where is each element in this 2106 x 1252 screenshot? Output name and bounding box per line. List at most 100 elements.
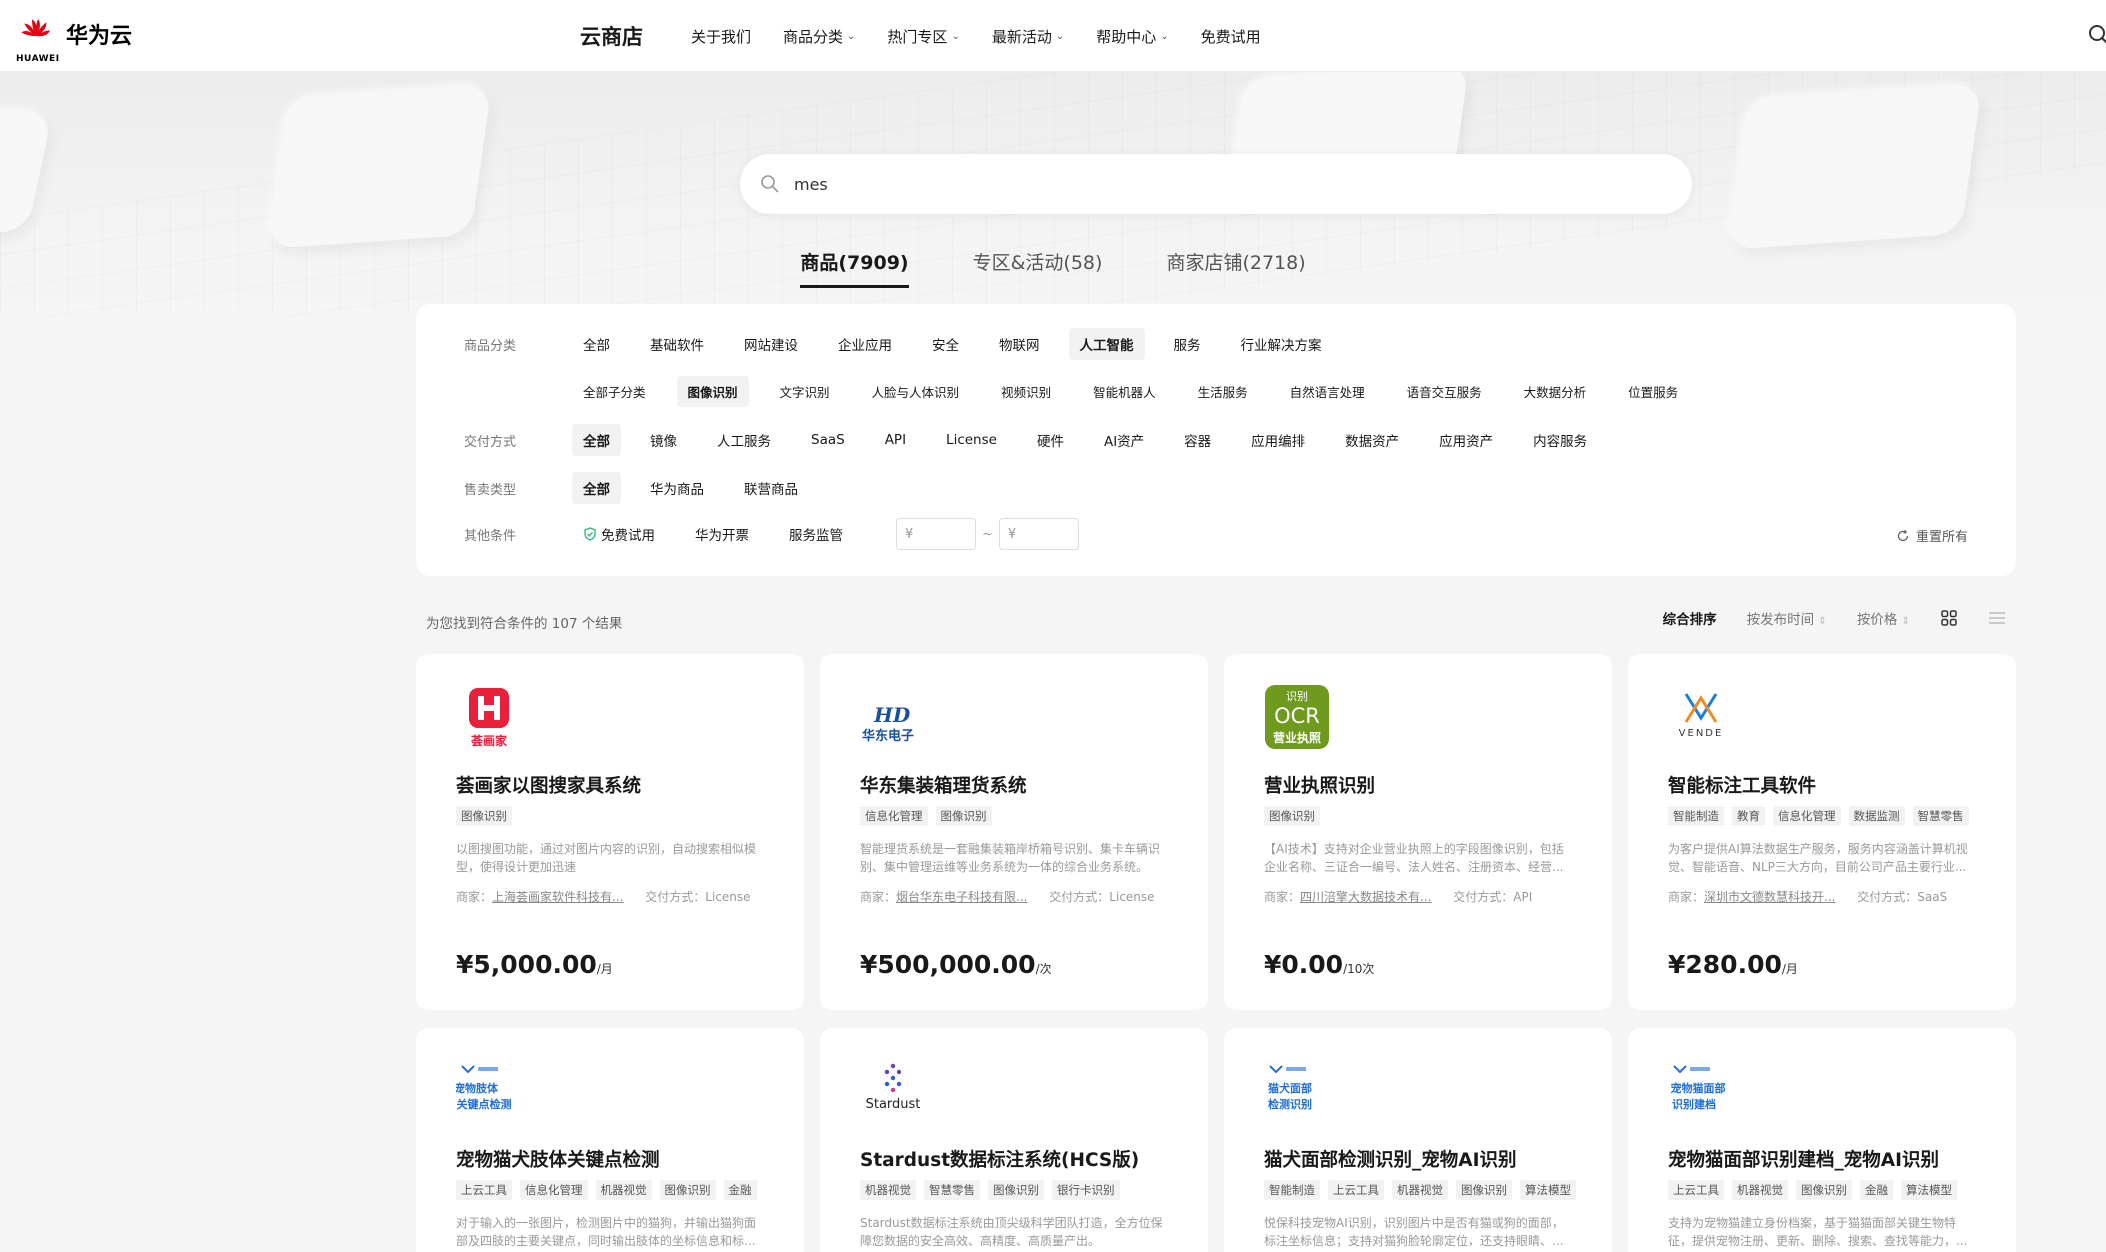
filter-row-other: 其他条件 免费试用 华为开票 服务监管 ¥ ~ ¥: [464, 518, 1079, 550]
category-website[interactable]: 网站建设: [733, 328, 809, 360]
search-input[interactable]: [794, 174, 1614, 194]
brand-name: 华为云: [66, 24, 133, 49]
price-min-input[interactable]: ¥: [896, 518, 976, 550]
price-value: ¥0.00: [1264, 950, 1344, 979]
subcategory-big-data[interactable]: 大数据分析: [1513, 376, 1598, 407]
product-meta: 商家：烟台华东电子科技有限... 交付方式：License: [860, 888, 1155, 905]
product-tag: 上云工具: [456, 1180, 512, 1200]
product-tag: 智慧零售: [1912, 806, 1969, 826]
sale-type-huawei[interactable]: 华为商品: [639, 472, 715, 504]
subcategory-life[interactable]: 生活服务: [1187, 376, 1259, 407]
seller-link[interactable]: 烟台华东电子科技有限...: [896, 890, 1027, 904]
product-card[interactable]: 宠物猫面部 识别建档 宠物猫面部识别建档_宠物AI识别 上云工具 机器视觉 图像…: [1628, 1028, 2016, 1252]
product-title[interactable]: 宠物猫面部识别建档_宠物AI识别: [1668, 1146, 1939, 1172]
subcategory-image-recognition[interactable]: 图像识别: [676, 376, 749, 407]
logo-caption: 宠物肢体: [456, 1081, 499, 1095]
reset-all-button[interactable]: 重置所有: [1896, 526, 1968, 545]
category-services[interactable]: 服务: [1163, 328, 1212, 360]
seller-link[interactable]: 上海荟画家软件科技有...: [492, 890, 623, 904]
grid-view-icon[interactable]: [1940, 609, 1958, 627]
nav-item-hot-zones[interactable]: 热门专区 ⌄: [887, 26, 959, 47]
delivery-content-service[interactable]: 内容服务: [1522, 424, 1598, 456]
category-iot[interactable]: 物联网: [988, 328, 1051, 360]
category-all[interactable]: 全部: [572, 328, 621, 360]
seller-label: 商家：: [1264, 890, 1301, 904]
nav-item-about[interactable]: 关于我们: [691, 26, 751, 47]
product-title[interactable]: 荟画家以图搜家具系统: [456, 772, 641, 798]
huawei-cloud-logo[interactable]: HUAWEI 华为云: [16, 14, 133, 64]
delivery-saas[interactable]: SaaS: [800, 426, 856, 454]
shield-check-icon: [584, 527, 596, 541]
service-supervision-filter[interactable]: 服务监管: [778, 518, 854, 550]
delivery-image[interactable]: 镜像: [639, 424, 688, 456]
store-title[interactable]: 云商店: [580, 21, 643, 51]
header-search-icon[interactable]: [2088, 24, 2106, 46]
sort-comprehensive[interactable]: 综合排序: [1663, 608, 1717, 628]
seller-link[interactable]: 深圳市文德数慧科技开...: [1704, 890, 1835, 904]
subcategory-all[interactable]: 全部子分类: [572, 376, 657, 407]
delivery-app-assets[interactable]: 应用资产: [1428, 424, 1504, 456]
subcategory-nlp[interactable]: 自然语言处理: [1279, 376, 1376, 407]
sort-by-publish-time[interactable]: 按发布时间 ⇕: [1747, 608, 1827, 628]
delivery-app-orchestration[interactable]: 应用编排: [1240, 424, 1316, 456]
product-tag: 图像识别: [1456, 1180, 1512, 1200]
product-card[interactable]: 宠物肢体 关键点检测 宠物猫犬肢体关键点检测 上云工具 信息化管理 机器视觉 图…: [416, 1028, 804, 1252]
delivery-container[interactable]: 容器: [1173, 424, 1222, 456]
product-tag: 机器视觉: [1732, 1180, 1788, 1200]
delivery-license[interactable]: License: [935, 426, 1008, 454]
category-basic-software[interactable]: 基础软件: [639, 328, 715, 360]
seller-link[interactable]: 四川涪擎大数据技术有...: [1300, 890, 1431, 904]
product-card[interactable]: HD 华东电子 华东集装箱理货系统 信息化管理 图像识别 智能理货系统是一套融集…: [820, 654, 1208, 1010]
category-security[interactable]: 安全: [921, 328, 970, 360]
subcategory-face-body[interactable]: 人脸与人体识别: [861, 376, 971, 407]
delivery-ai-assets[interactable]: AI资产: [1093, 424, 1155, 456]
sale-type-all[interactable]: 全部: [572, 472, 621, 504]
product-title[interactable]: 宠物猫犬肢体关键点检测: [456, 1146, 660, 1172]
product-tag: 教育: [1732, 806, 1765, 826]
product-title[interactable]: 猫犬面部检测识别_宠物AI识别: [1264, 1146, 1516, 1172]
delivery-manual-service[interactable]: 人工服务: [706, 424, 782, 456]
list-view-icon[interactable]: [1988, 609, 2006, 627]
product-tags: 图像识别: [456, 806, 520, 826]
product-card[interactable]: 猫犬面部 检测识别 猫犬面部检测识别_宠物AI识别 智能制造 上云工具 机器视觉…: [1224, 1028, 1612, 1252]
product-title[interactable]: 营业执照识别: [1264, 772, 1375, 798]
product-title[interactable]: 华东集装箱理货系统: [860, 772, 1027, 798]
product-card[interactable]: 荟画家 荟画家以图搜家具系统 图像识别 以图搜图功能，通过对图片内容的识别，自动…: [416, 654, 804, 1010]
delivery-all[interactable]: 全部: [572, 424, 621, 456]
nav-item-help[interactable]: 帮助中心 ⌄: [1096, 26, 1168, 47]
subcategory-video[interactable]: 视频识别: [990, 376, 1062, 407]
category-industry-solutions[interactable]: 行业解决方案: [1230, 328, 1333, 360]
delivery-api[interactable]: API: [874, 426, 917, 454]
sort-by-price[interactable]: 按价格 ⇕: [1857, 608, 1910, 628]
product-tag: 信息化管理: [860, 806, 928, 826]
nav-item-categories[interactable]: 商品分类 ⌄: [783, 26, 855, 47]
product-card[interactable]: VENDE 智能标注工具软件 智能制造 教育 信息化管理 数据监测 智慧零售 为…: [1628, 654, 2016, 1010]
subcategory-location[interactable]: 位置服务: [1617, 376, 1689, 407]
free-trial-filter[interactable]: 免费试用: [572, 518, 666, 550]
tab-products[interactable]: 商品(7909): [800, 248, 909, 288]
category-enterprise-apps[interactable]: 企业应用: [827, 328, 903, 360]
huawei-invoice-filter[interactable]: 华为开票: [684, 518, 760, 550]
tab-zones-activities[interactable]: 专区&活动(58): [973, 248, 1103, 288]
product-card[interactable]: 识别 OCR 营业执照 营业执照识别 图像识别 【AI技术】支持对企业营业执照上…: [1224, 654, 1612, 1010]
product-tag: 图像识别: [988, 1180, 1044, 1200]
huadong-logo: HD 华东电子: [860, 684, 926, 750]
subcategory-text-recognition[interactable]: 文字识别: [769, 376, 841, 407]
product-tag: 银行卡识别: [1052, 1180, 1120, 1200]
tab-stores[interactable]: 商家店铺(2718): [1166, 248, 1305, 288]
search-bar[interactable]: [740, 154, 1692, 214]
delivery-data-assets[interactable]: 数据资产: [1334, 424, 1410, 456]
category-ai[interactable]: 人工智能: [1068, 328, 1145, 360]
subcategory-robot[interactable]: 智能机器人: [1082, 376, 1167, 407]
subcategory-voice[interactable]: 语音交互服务: [1396, 376, 1493, 407]
product-title[interactable]: 智能标注工具软件: [1668, 772, 1816, 798]
nav-item-free-trial[interactable]: 免费试用: [1201, 26, 1261, 47]
product-card[interactable]: Stardust Stardust数据标注系统(HCS版) 机器视觉 智慧零售 …: [820, 1028, 1208, 1252]
product-tag: 金融: [1860, 1180, 1893, 1200]
product-title[interactable]: Stardust数据标注系统(HCS版): [860, 1146, 1139, 1172]
sale-type-joint[interactable]: 联营商品: [733, 472, 809, 504]
nav-item-events[interactable]: 最新活动 ⌄: [992, 26, 1064, 47]
product-tag: 机器视觉: [860, 1180, 916, 1200]
price-max-input[interactable]: ¥: [998, 518, 1079, 550]
delivery-hardware[interactable]: 硬件: [1026, 424, 1075, 456]
